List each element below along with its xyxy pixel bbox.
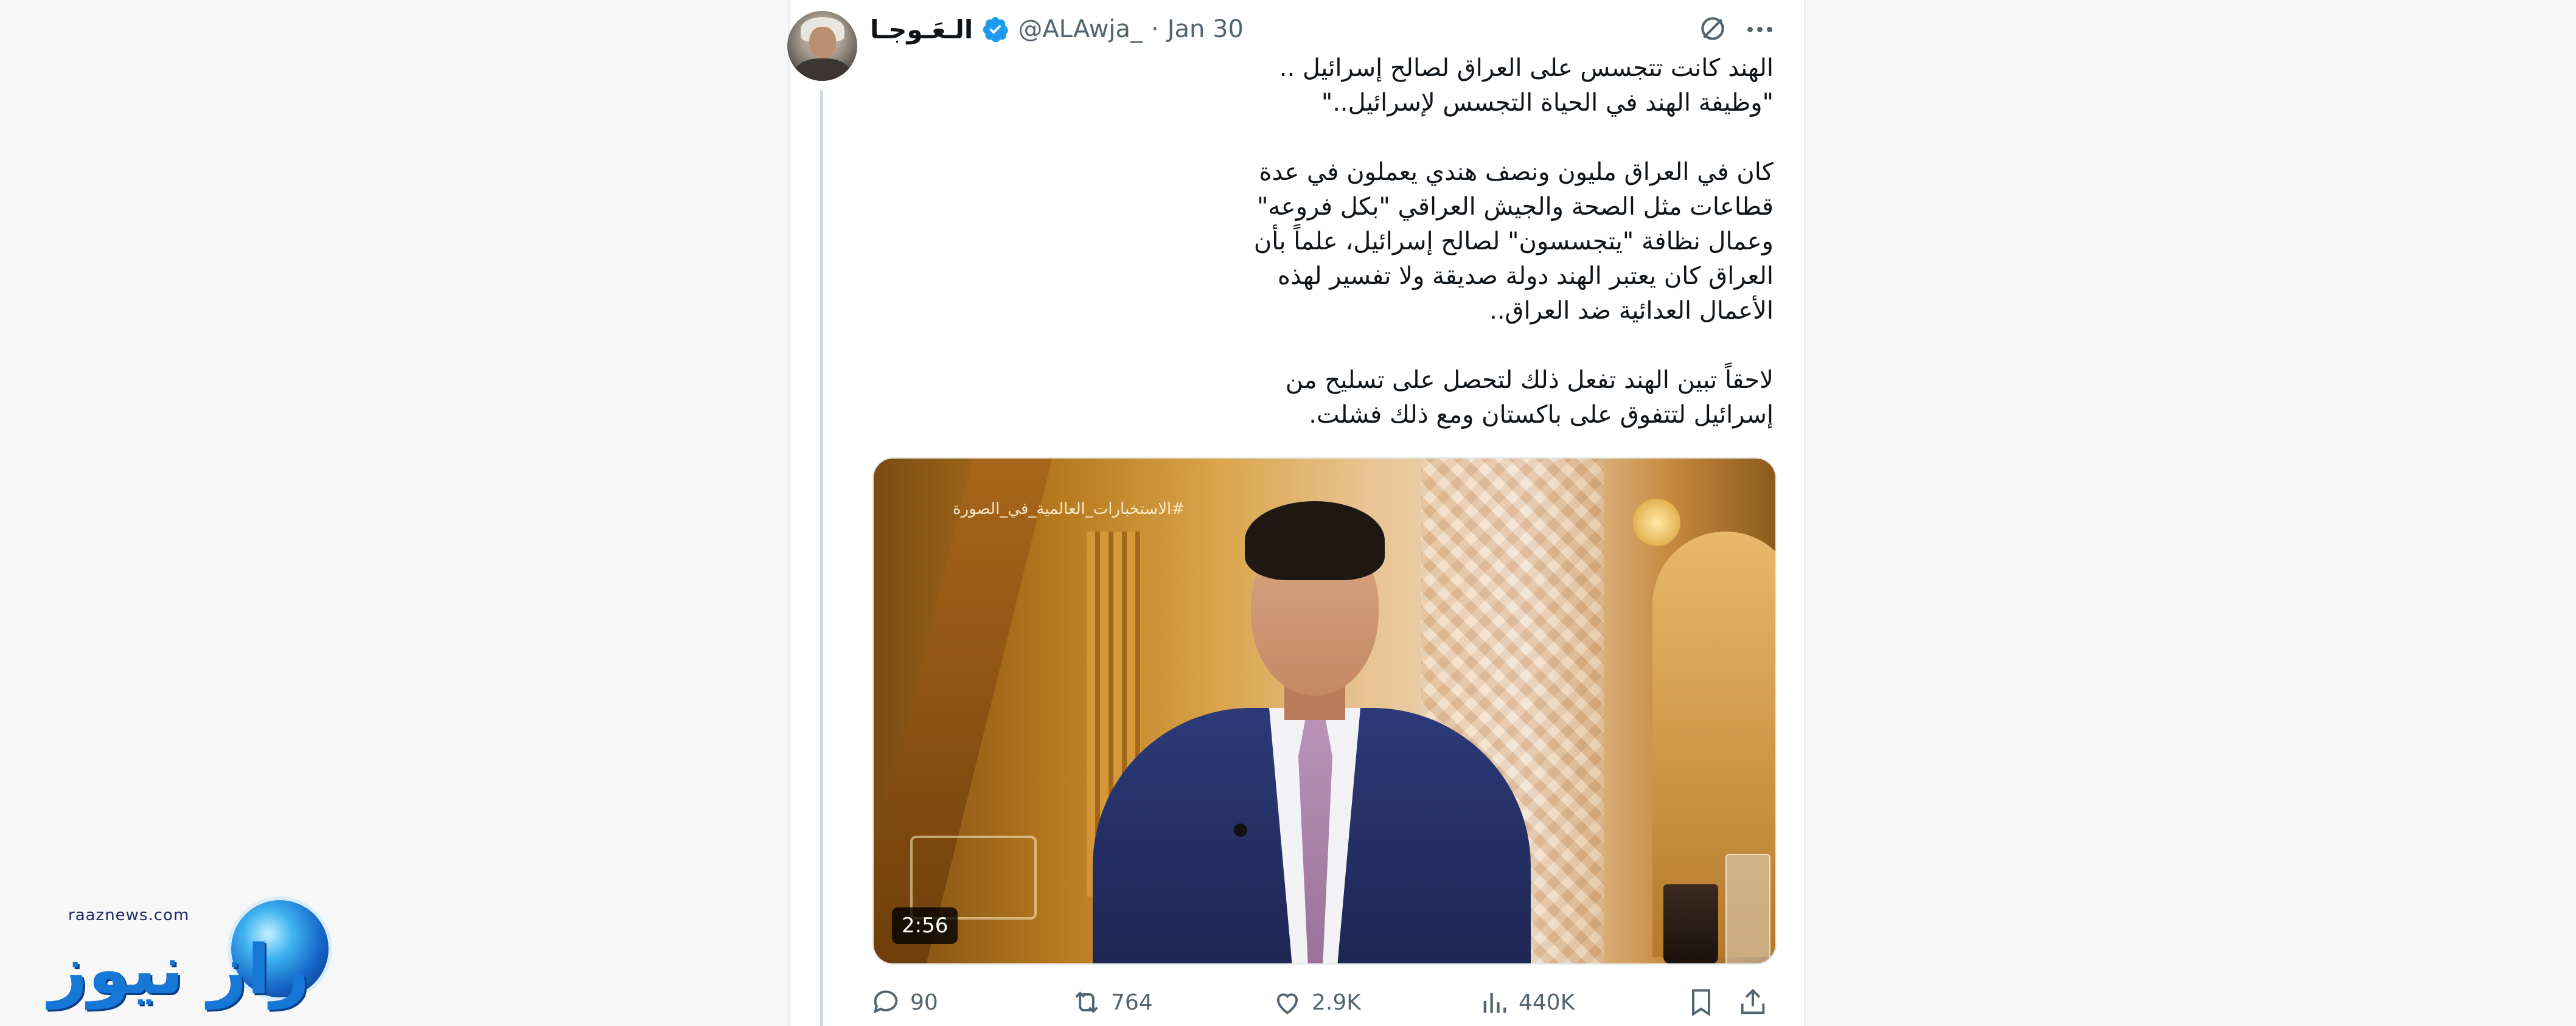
- views-icon: [1483, 993, 1506, 1013]
- presenter-figure: [1038, 501, 1573, 963]
- coffee-cup: [1663, 884, 1718, 963]
- share-button[interactable]: [1737, 984, 1769, 1021]
- views-button[interactable]: 440K: [1478, 984, 1575, 1021]
- watermark-wordmark: راز نيوز: [49, 931, 310, 1010]
- repost-count: 764: [1111, 990, 1153, 1015]
- bookmark-icon: [1692, 989, 1710, 1017]
- tweet-date[interactable]: Jan 30: [1168, 15, 1244, 43]
- watermark-url: raaznews.com: [68, 906, 190, 924]
- grok-icon[interactable]: [1697, 13, 1728, 44]
- avatar-body: [793, 58, 852, 81]
- share-icon: [1741, 988, 1765, 1014]
- more-icon[interactable]: [1741, 16, 1778, 43]
- avatar[interactable]: [787, 11, 857, 81]
- lapel-mic: [1234, 823, 1247, 837]
- column-border-right: [1804, 0, 1806, 1026]
- tweet-header: الـعَـوجـا @ALAwja_ · Jan 30: [870, 11, 1244, 47]
- more-dot: [1747, 26, 1753, 32]
- tweet-line: الهند كانت تتجسس على العراق لصالح إسرائي…: [1279, 54, 1774, 82]
- tweet-line: العراق كان يعتبر الهند دولة صديقة ولا تف…: [1277, 262, 1774, 290]
- raaznews-watermark: raaznews.com راز نيوز: [24, 894, 329, 1010]
- tweet-text: الهند كانت تتجسس على العراق لصالح إسرائي…: [870, 51, 1774, 432]
- separator-dot: ·: [1150, 15, 1159, 43]
- tweet-line: إسرائيل لتتفوق على باكستان ومع ذلك فشلت.: [1309, 401, 1774, 429]
- tweet-line: "وظيفة الهند في الحياة التجسس لإسرائيل..…: [1321, 89, 1774, 117]
- like-count: 2.9K: [1312, 990, 1361, 1015]
- more-dot: [1766, 26, 1772, 32]
- author-handle[interactable]: @ALAwja_: [1018, 15, 1143, 43]
- author-display-name[interactable]: الـعَـوجـا: [870, 15, 973, 44]
- tweet-line: وعمال نظافة "يتجسسون" لصالح إسرائيل، علم…: [1253, 227, 1774, 255]
- like-icon: [1276, 993, 1298, 1014]
- water-glass: [1725, 854, 1770, 963]
- reply-count: 90: [910, 990, 938, 1015]
- more-dot: [1756, 26, 1763, 32]
- avatar-face: [809, 27, 836, 58]
- left-background: [0, 0, 788, 1026]
- tweet-line: الأعمال العدائية ضد العراق..: [1489, 297, 1774, 325]
- verified-badge-icon: [983, 16, 1009, 43]
- right-background: [1807, 0, 2576, 1026]
- tweet-line: كان في العراق مليون ونصف هندي يعملون في …: [1259, 158, 1774, 186]
- tweet-action-bar: 90 764 2.9K 440K: [870, 984, 1777, 1021]
- thread-line: [820, 90, 823, 1026]
- video-duration-badge: 2:56: [892, 907, 958, 944]
- video-player[interactable]: #الاستخبارات_العالمية_في_الصورة 2:56: [872, 457, 1777, 965]
- tweet-line: لاحقاً تبين الهند تفعل ذلك لتحصل على تسل…: [1285, 366, 1774, 394]
- presenter-hair: [1245, 501, 1385, 580]
- repost-button[interactable]: 764: [1071, 984, 1153, 1021]
- reply-button[interactable]: 90: [870, 984, 938, 1021]
- like-button[interactable]: 2.9K: [1272, 984, 1361, 1021]
- reply-icon: [873, 990, 898, 1014]
- bookmark-button[interactable]: [1685, 984, 1717, 1021]
- channel-logo: [1633, 499, 1680, 546]
- views-count: 440K: [1519, 990, 1575, 1015]
- tweet-line: قطاعات مثل الصحة والجيش العراقي "بكل فرو…: [1256, 193, 1774, 221]
- repost-icon: [1075, 991, 1098, 1013]
